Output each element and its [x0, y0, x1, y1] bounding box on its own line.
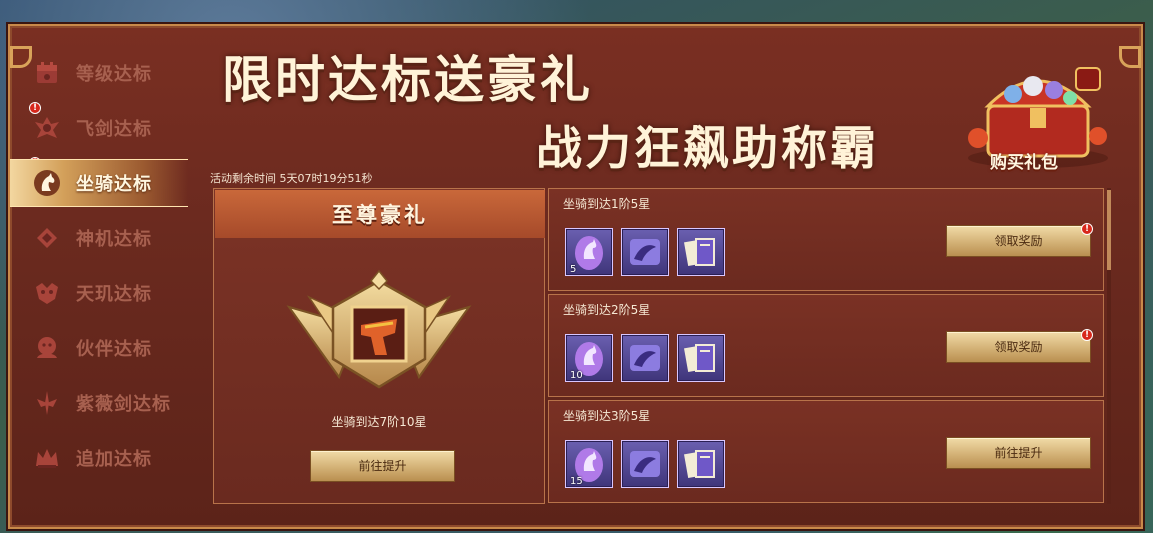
mount-egg-item[interactable]: 5	[565, 228, 613, 276]
sidebar-item-level[interactable]: 等级达标	[10, 49, 188, 97]
supreme-requirement-text: 坐骑到达7阶10星	[331, 415, 427, 429]
task-row: 坐骑到达2阶5星 10 领取奖励 !	[548, 294, 1104, 397]
sidebar-item-label: 紫薇剑达标	[76, 394, 171, 415]
sidebar-item-mount[interactable]: 坐骑达标	[10, 159, 188, 207]
sidebar-item-divine-machine[interactable]: 神机达标	[10, 214, 188, 262]
mount-egg-item[interactable]: 10	[565, 334, 613, 382]
notification-dot: !	[1081, 329, 1093, 341]
book-item[interactable]	[677, 440, 725, 488]
go-upgrade-button[interactable]: 前往提升	[310, 450, 455, 482]
banner-title-line2: 战力狂飙助称霸	[536, 121, 879, 175]
sidebar-item-label: 坐骑达标	[76, 174, 152, 195]
sidebar-item-label: 追加达标	[76, 449, 152, 470]
flying-sword-icon	[32, 113, 62, 143]
sidebar-item-ziwei-sword[interactable]: 紫薇剑达标	[10, 379, 188, 427]
item-count: 15	[570, 476, 583, 487]
claim-reward-button[interactable]: 领取奖励	[946, 331, 1091, 363]
scroll-thumb[interactable]	[1107, 190, 1111, 270]
sidebar-item-label: 神机达标	[76, 229, 152, 250]
sidebar-item-extra[interactable]: 追加达标	[10, 434, 188, 482]
task-row: 坐骑到达1阶5星 5 领取奖励 !	[548, 188, 1104, 291]
tianji-icon	[32, 278, 62, 308]
task-row: 坐骑到达3阶5星 15 前往提升	[548, 400, 1104, 503]
crown-icon	[32, 443, 62, 473]
sidebar-item-label: 天玑达标	[76, 284, 152, 305]
go-upgrade-button[interactable]: 前往提升	[946, 437, 1091, 469]
frame-corner-right	[1119, 46, 1141, 68]
task-list: 坐骑到达1阶5星 5 领取奖励 ! 坐骑到达2阶5星 10 领取奖励 ! 坐骑到…	[548, 188, 1110, 504]
scroll-item[interactable]	[621, 228, 669, 276]
supreme-reward-badge[interactable]	[279, 267, 479, 407]
ziwei-sword-icon	[32, 388, 62, 418]
notification-dot: !	[1081, 223, 1093, 235]
supreme-reward-panel: 至尊豪礼 坐骑到达7阶10星 前往提升	[213, 188, 545, 504]
supreme-reward-title: 至尊豪礼	[332, 203, 428, 227]
level-icon	[32, 58, 62, 88]
buy-gift-pack-label[interactable]: 购买礼包	[990, 148, 1058, 173]
sidebar: 等级达标 ! 飞剑达标 ! 坐骑达标 神机达标 天玑达标 伙伴达标	[10, 44, 188, 514]
scroll-item[interactable]	[621, 440, 669, 488]
sidebar-item-flying-sword[interactable]: 飞剑达标	[10, 104, 188, 152]
task-title: 坐骑到达2阶5星	[563, 303, 651, 317]
horse-icon	[32, 168, 62, 198]
sidebar-item-tianji[interactable]: 天玑达标	[10, 269, 188, 317]
activity-timer: 活动剩余时间 5天07时19分51秒	[210, 172, 373, 185]
sidebar-item-label: 飞剑达标	[76, 119, 152, 140]
partner-icon	[32, 333, 62, 363]
scroll-item[interactable]	[621, 334, 669, 382]
task-title: 坐骑到达3阶5星	[563, 409, 651, 423]
banner-title-line1: 限时达标送豪礼	[222, 51, 593, 109]
supreme-reward-header: 至尊豪礼	[215, 190, 545, 238]
sidebar-item-label: 等级达标	[76, 64, 152, 85]
task-title: 坐骑到达1阶5星	[563, 197, 651, 211]
item-count: 10	[570, 370, 583, 381]
book-item[interactable]	[677, 228, 725, 276]
task-list-scrollbar[interactable]	[1107, 188, 1111, 504]
divine-machine-icon	[32, 223, 62, 253]
sidebar-item-label: 伙伴达标	[76, 339, 152, 360]
sidebar-item-partner[interactable]: 伙伴达标	[10, 324, 188, 372]
claim-reward-button[interactable]: 领取奖励	[946, 225, 1091, 257]
book-item[interactable]	[677, 334, 725, 382]
item-count: 5	[570, 264, 577, 275]
mount-egg-item[interactable]: 15	[565, 440, 613, 488]
